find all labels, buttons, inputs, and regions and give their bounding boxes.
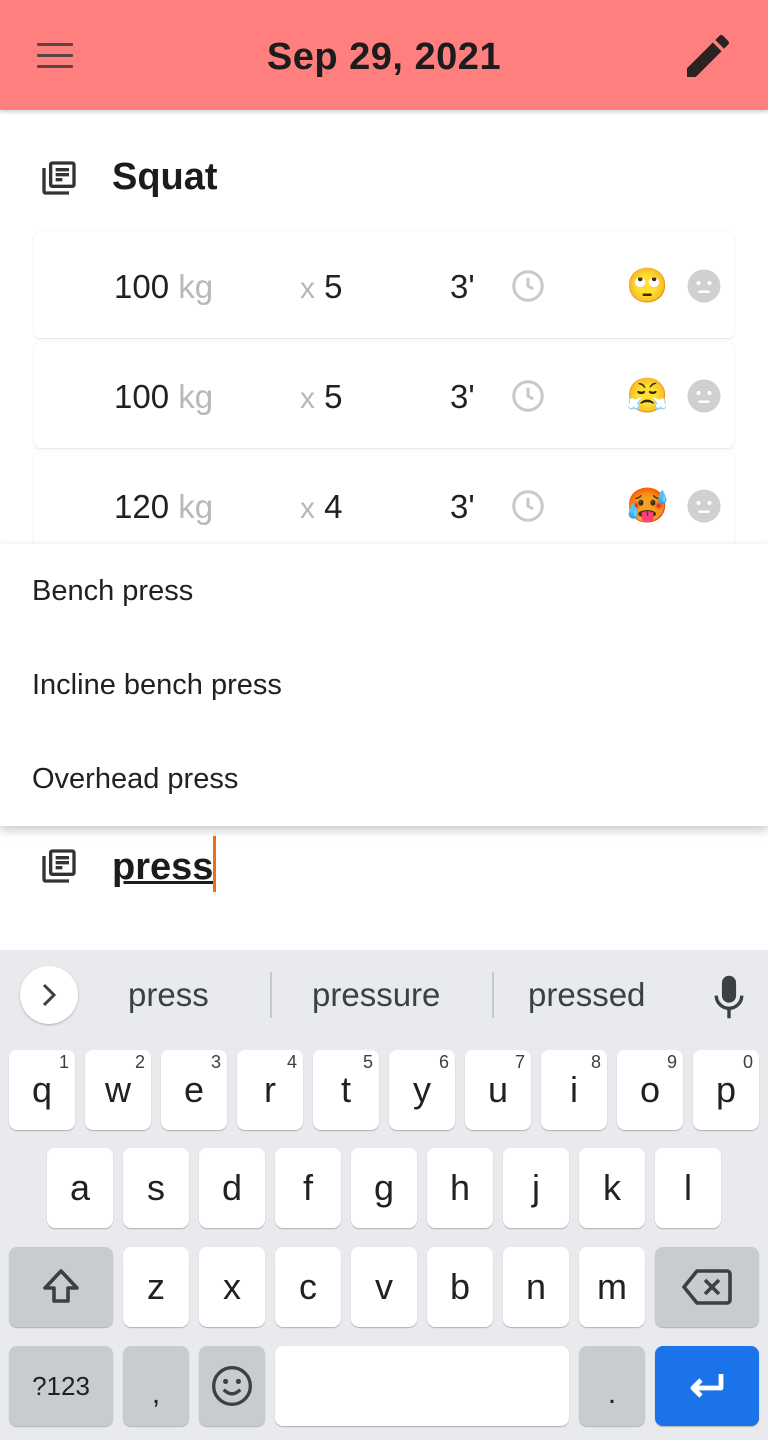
chevron-right-icon: [42, 983, 57, 1007]
set-rest[interactable]: 3': [450, 268, 475, 306]
clock-icon[interactable]: [510, 488, 546, 524]
exercise-name-input[interactable]: press: [112, 846, 213, 889]
autocomplete-dropdown: Bench press Incline bench press Overhead…: [0, 544, 768, 826]
neutral-face-icon[interactable]: [686, 378, 722, 414]
key-i[interactable]: i8: [541, 1050, 607, 1130]
word-suggestion[interactable]: pressed: [528, 976, 645, 1014]
key-l[interactable]: l: [655, 1148, 721, 1228]
shift-key[interactable]: [9, 1247, 113, 1327]
key-q[interactable]: q1: [9, 1050, 75, 1130]
key-v[interactable]: v: [351, 1247, 417, 1327]
key-u[interactable]: u7: [465, 1050, 531, 1130]
enter-key[interactable]: [655, 1346, 759, 1426]
key-r[interactable]: r4: [237, 1050, 303, 1130]
set-rest[interactable]: 3': [450, 378, 475, 416]
key-a[interactable]: a: [47, 1148, 113, 1228]
comma-key[interactable]: ,: [123, 1346, 189, 1426]
set-reps[interactable]: x 5: [300, 268, 343, 306]
set-reps[interactable]: x 5: [300, 378, 343, 416]
key-z[interactable]: z: [123, 1247, 189, 1327]
edit-button[interactable]: [680, 28, 736, 84]
key-n[interactable]: n: [503, 1247, 569, 1327]
divider: [270, 972, 272, 1018]
divider: [492, 972, 494, 1018]
key-k[interactable]: k: [579, 1148, 645, 1228]
space-key[interactable]: [275, 1346, 569, 1426]
word-suggestion[interactable]: press: [128, 976, 209, 1014]
key-h[interactable]: h: [427, 1148, 493, 1228]
key-t[interactable]: t5: [313, 1050, 379, 1130]
dropdown-option[interactable]: Bench press: [0, 544, 768, 638]
weight-unit: kg: [178, 378, 214, 415]
emoji-key[interactable]: [199, 1346, 265, 1426]
dropdown-option[interactable]: Incline bench press: [0, 638, 768, 732]
clock-icon[interactable]: [510, 378, 546, 414]
exercise-header[interactable]: Squat: [0, 130, 768, 230]
date-title: Sep 29, 2021: [266, 36, 502, 78]
set-rest[interactable]: 3': [450, 488, 475, 526]
feeling-emoji[interactable]: 🥵: [626, 486, 668, 526]
set-reps[interactable]: x 4: [300, 488, 343, 526]
backspace-key[interactable]: [655, 1247, 759, 1327]
library-books-icon: [42, 161, 76, 195]
key-x[interactable]: x: [199, 1247, 265, 1327]
text-cursor: [213, 836, 216, 892]
app-bar: Sep 29, 2021: [0, 0, 768, 110]
microphone-icon[interactable]: [712, 974, 746, 1020]
set-row[interactable]: 120 kg x 4 3' 🥵: [34, 452, 734, 558]
key-o[interactable]: o9: [617, 1050, 683, 1130]
set-row[interactable]: 100 kg x 5 3' 🙄: [34, 232, 734, 338]
key-e[interactable]: e3: [161, 1050, 227, 1130]
key-y[interactable]: y6: [389, 1050, 455, 1130]
word-suggestion[interactable]: pressure: [312, 976, 440, 1014]
smiley-icon: [212, 1366, 252, 1406]
library-books-icon: [42, 849, 76, 883]
shift-arrow-icon: [43, 1269, 79, 1303]
key-g[interactable]: g: [351, 1148, 417, 1228]
soft-keyboard: press pressure pressed q1 w2 e3 r4 t5 y6…: [0, 950, 768, 1440]
neutral-face-icon[interactable]: [686, 488, 722, 524]
backspace-icon: [682, 1269, 732, 1305]
key-j[interactable]: j: [503, 1148, 569, 1228]
new-exercise-row: press: [0, 830, 768, 930]
pencil-icon: [687, 34, 730, 77]
feeling-emoji[interactable]: 😤: [626, 376, 668, 416]
set-weight[interactable]: 120 kg: [114, 488, 213, 526]
exercise-name: Squat: [112, 156, 218, 198]
weight-unit: kg: [178, 268, 214, 305]
weight-unit: kg: [178, 488, 214, 525]
dropdown-option[interactable]: Overhead press: [0, 732, 768, 826]
key-m[interactable]: m: [579, 1247, 645, 1327]
suggestion-bar: press pressure pressed: [0, 950, 768, 1042]
key-w[interactable]: w2: [85, 1050, 151, 1130]
key-f[interactable]: f: [275, 1148, 341, 1228]
expand-toolbar-button[interactable]: [20, 966, 78, 1024]
symbols-key[interactable]: ?123: [9, 1346, 113, 1426]
set-weight[interactable]: 100 kg: [114, 378, 213, 416]
key-d[interactable]: d: [199, 1148, 265, 1228]
key-p[interactable]: p0: [693, 1050, 759, 1130]
neutral-face-icon[interactable]: [686, 268, 722, 304]
key-s[interactable]: s: [123, 1148, 189, 1228]
period-key[interactable]: .: [579, 1346, 645, 1426]
key-b[interactable]: b: [427, 1247, 493, 1327]
set-row[interactable]: 100 kg x 5 3' 😤: [34, 342, 734, 448]
set-weight[interactable]: 100 kg: [114, 268, 213, 306]
key-c[interactable]: c: [275, 1247, 341, 1327]
enter-arrow-icon: [690, 1374, 724, 1398]
feeling-emoji[interactable]: 🙄: [626, 266, 668, 306]
clock-icon[interactable]: [510, 268, 546, 304]
